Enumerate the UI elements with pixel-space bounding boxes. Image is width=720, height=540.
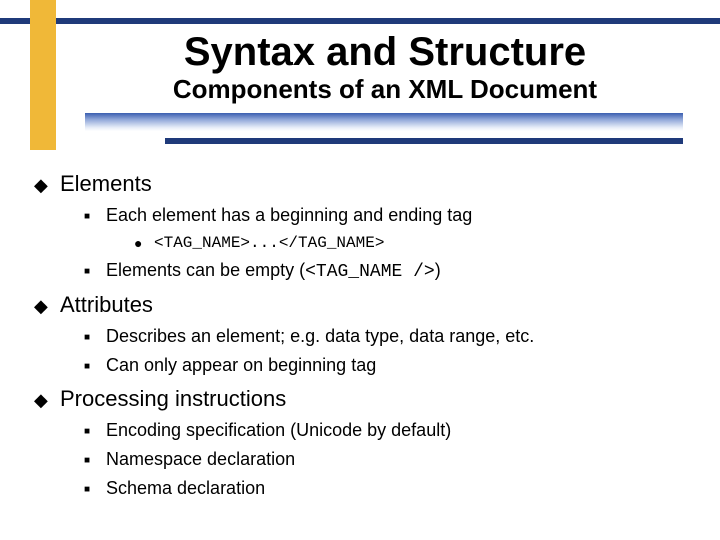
list-item: ■ Each element has a beginning and endin… [84, 205, 694, 226]
list-item: ■ Namespace declaration [84, 449, 694, 470]
list-item: ■ Encoding specification (Unicode by def… [84, 420, 694, 441]
diamond-bullet-icon: ◆ [34, 175, 60, 196]
section-processing: ◆ Processing instructions [34, 386, 694, 412]
list-item-text: Describes an element; e.g. data type, da… [106, 326, 534, 347]
section-label: Processing instructions [60, 386, 286, 412]
square-bullet-icon: ■ [84, 332, 106, 343]
title-gradient-bar [85, 113, 683, 131]
slide-subtitle: Components of an XML Document [85, 74, 685, 105]
square-bullet-icon: ■ [84, 266, 106, 277]
content-area: ◆ Elements ■ Each element has a beginnin… [34, 165, 694, 499]
code-text: <TAG_NAME>...</TAG_NAME> [154, 234, 384, 252]
list-item: ● <TAG_NAME>...</TAG_NAME> [134, 234, 694, 252]
diamond-bullet-icon: ◆ [34, 390, 60, 411]
square-bullet-icon: ■ [84, 211, 106, 222]
square-bullet-icon: ■ [84, 484, 106, 495]
diamond-bullet-icon: ◆ [34, 296, 60, 317]
text-fragment: Elements can be empty ( [106, 260, 305, 280]
code-text: <TAG_NAME /> [305, 262, 435, 282]
square-bullet-icon: ■ [84, 361, 106, 372]
square-bullet-icon: ■ [84, 426, 106, 437]
dot-bullet-icon: ● [134, 235, 154, 251]
list-item: ■ Can only appear on beginning tag [84, 355, 694, 376]
section-elements: ◆ Elements [34, 171, 694, 197]
list-item-text: Schema declaration [106, 478, 265, 499]
list-item-text: Can only appear on beginning tag [106, 355, 376, 376]
list-item: ■ Elements can be empty (<TAG_NAME />) [84, 260, 694, 282]
list-item-text: Each element has a beginning and ending … [106, 205, 472, 226]
left-accent-bar [30, 0, 56, 150]
section-label: Elements [60, 171, 152, 197]
section-label: Attributes [60, 292, 153, 318]
section-attributes: ◆ Attributes [34, 292, 694, 318]
title-block: Syntax and Structure Components of an XM… [85, 32, 685, 105]
list-item: ■ Describes an element; e.g. data type, … [84, 326, 694, 347]
slide-title: Syntax and Structure [85, 32, 685, 72]
subtitle-underline-bar [165, 138, 683, 144]
list-item-text: Elements can be empty (<TAG_NAME />) [106, 260, 441, 282]
list-item: ■ Schema declaration [84, 478, 694, 499]
list-item-text: Encoding specification (Unicode by defau… [106, 420, 451, 441]
text-fragment: ) [435, 260, 441, 280]
list-item-text: Namespace declaration [106, 449, 295, 470]
square-bullet-icon: ■ [84, 455, 106, 466]
top-accent-bar [0, 18, 720, 24]
